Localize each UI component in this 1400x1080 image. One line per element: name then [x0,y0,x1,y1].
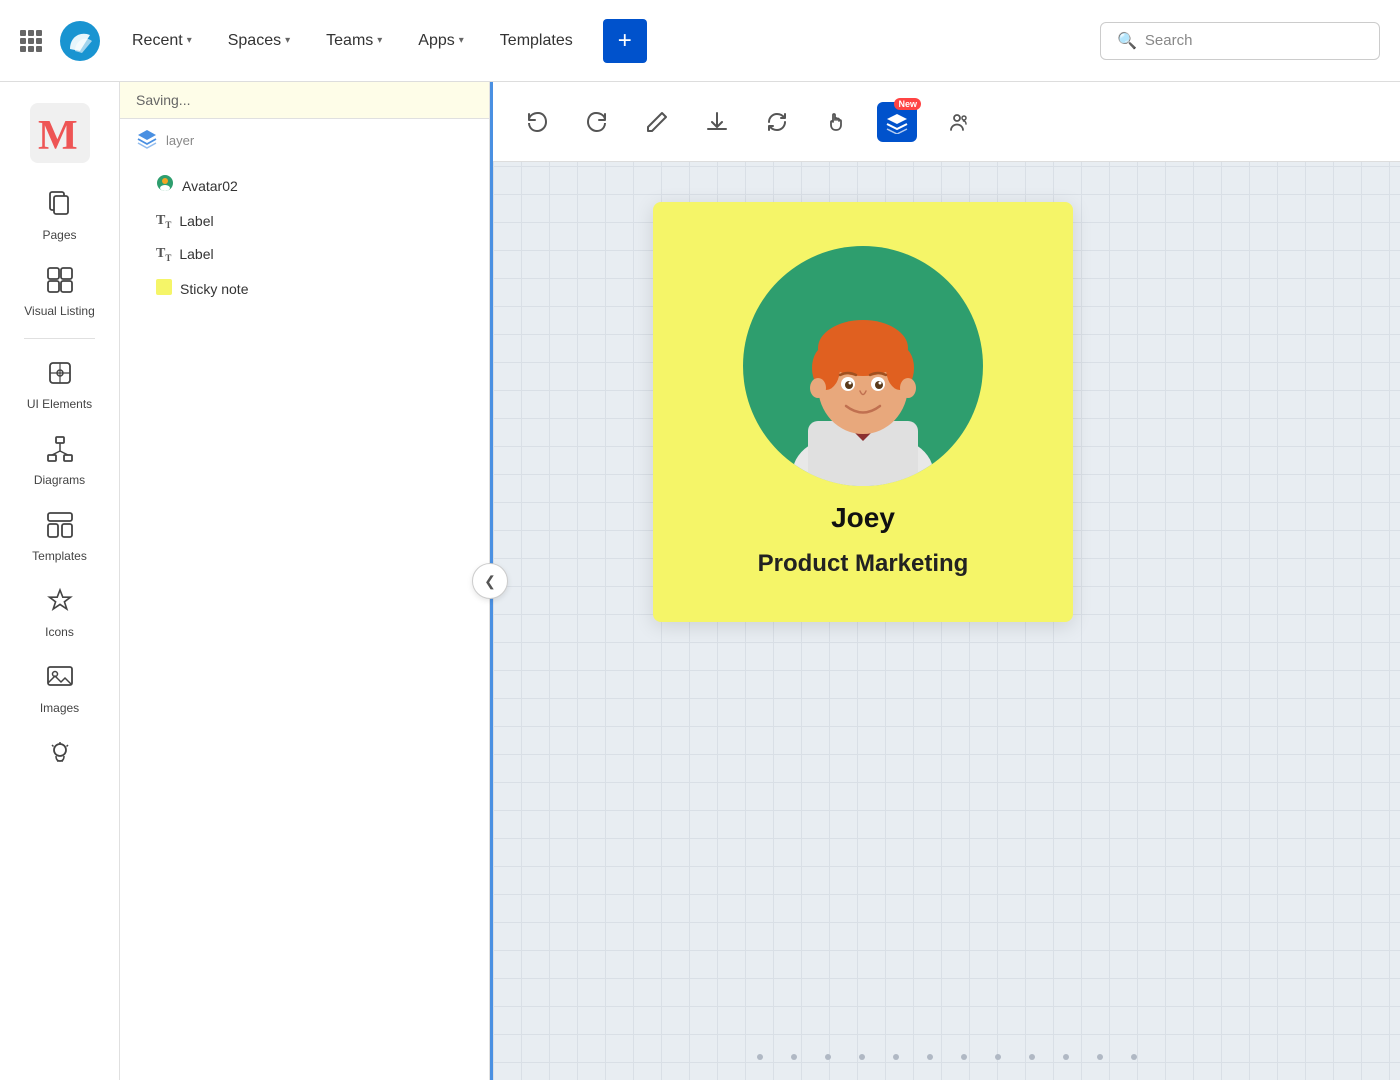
search-icon: 🔍 [1117,31,1137,51]
sidebar-item-diagrams[interactable]: Diagrams [10,425,110,497]
layer-label: layer [166,133,194,148]
dot [927,1054,933,1060]
sidebar-item-ideas[interactable] [10,729,110,781]
avatar02-icon [156,174,174,197]
canvas-dots [493,1054,1400,1060]
saving-banner: Saving... [120,82,489,119]
sidebar-item-visual-listing[interactable]: Visual Listing [10,256,110,328]
redo-button[interactable] [577,102,617,142]
icons-label: Icons [45,625,74,639]
hand-tool-button[interactable] [817,102,857,142]
label2-icon: TT [156,246,171,263]
sticky-icon [156,279,172,300]
canvas-toolbar: New [493,82,1400,162]
edit-button[interactable] [637,102,677,142]
dot [757,1054,763,1060]
layer-panel: Saving... layer [120,82,490,1080]
refresh-button[interactable] [757,102,797,142]
dot [1063,1054,1069,1060]
top-nav: Recent ▾ Spaces ▾ Teams ▾ Apps ▾ Templat… [0,0,1400,82]
sticky-label: Sticky note [180,281,248,297]
layer-stack-icon [136,127,158,154]
avatar02-label: Avatar02 [182,178,238,194]
collapse-icon: ❮ [484,573,496,590]
sidebar-item-icons[interactable]: Icons [10,577,110,649]
dot [961,1054,967,1060]
label2-text: Label [179,246,213,262]
card-role: Product Marketing [758,550,969,578]
sidebar-item-templates[interactable]: Templates [10,501,110,573]
dot [1029,1054,1035,1060]
label1-text: Label [179,213,213,229]
layer-items: Avatar02 TT Label TT Label Sticky note [120,162,489,312]
visual-listing-icon [46,266,74,298]
search-box[interactable]: 🔍 Search [1100,22,1380,60]
dot [1097,1054,1103,1060]
dot [825,1054,831,1060]
dot [1131,1054,1137,1060]
undo-button[interactable] [517,102,557,142]
svg-text:M: M [38,113,78,159]
avatar-circle [743,246,983,486]
sidebar-item-images[interactable]: Images [10,653,110,725]
sidebar-item-pages[interactable]: Pages [10,180,110,252]
search-placeholder: Search [1145,32,1193,49]
dot [995,1054,1001,1060]
nav-teams[interactable]: Teams ▾ [312,24,396,58]
saving-text: Saving... [136,92,190,108]
brand-logo[interactable]: M [25,98,95,168]
diagrams-label: Diagrams [34,473,85,487]
layer-item-sticky[interactable]: Sticky note [120,271,489,308]
new-item-button[interactable]: + [603,19,647,63]
main-layout: M Pages Visual Listing [0,82,1400,1080]
dot [791,1054,797,1060]
diagrams-icon [46,435,74,467]
share-button[interactable] [937,102,977,142]
ui-elements-label: UI Elements [27,397,92,411]
nav-spaces[interactable]: Spaces ▾ [214,24,304,58]
teams-chevron-icon: ▾ [377,35,382,46]
images-label: Images [40,701,79,715]
layer-item-avatar02[interactable]: Avatar02 [120,166,489,205]
ideas-icon [46,739,74,771]
canvas-area[interactable]: New [493,82,1400,1080]
apps-chevron-icon: ▾ [459,35,464,46]
pages-label: Pages [42,228,76,242]
profile-card: Joey Product Marketing [653,202,1073,622]
recent-chevron-icon: ▾ [187,35,192,46]
nav-apps[interactable]: Apps ▾ [404,24,478,58]
nav-recent[interactable]: Recent ▾ [118,24,206,58]
grid-icon[interactable] [20,30,42,52]
ui-elements-icon [46,359,74,391]
label1-icon: TT [156,213,171,230]
layers-badge: New [894,98,921,110]
layer-item-label1[interactable]: TT Label [120,205,489,238]
spaces-chevron-icon: ▾ [285,35,290,46]
collapse-button[interactable]: ❮ [472,563,508,599]
layer-header: layer [120,119,489,162]
download-button[interactable] [697,102,737,142]
images-icon [46,663,74,695]
card-name: Joey [831,502,895,534]
pages-icon [46,190,74,222]
templates-label: Templates [32,549,87,563]
sidebar-divider [24,338,95,339]
left-sidebar: M Pages Visual Listing [0,82,120,1080]
visual-listing-label: Visual Listing [24,304,95,318]
layer-item-label2[interactable]: TT Label [120,238,489,271]
nav-templates[interactable]: Templates [486,24,587,58]
icons-icon [46,587,74,619]
layers-button[interactable]: New [877,102,917,142]
dot [893,1054,899,1060]
templates-icon [46,511,74,543]
dot [859,1054,865,1060]
sidebar-item-ui-elements[interactable]: UI Elements [10,349,110,421]
app-logo[interactable] [60,21,100,61]
